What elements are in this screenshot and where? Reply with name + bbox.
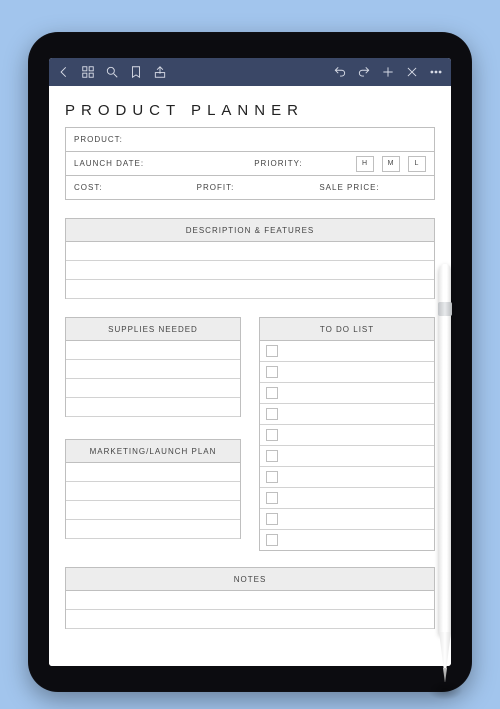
description-lines[interactable] (65, 242, 435, 299)
header-notes: NOTES (65, 567, 435, 591)
todo-row[interactable] (260, 509, 434, 530)
more-icon[interactable] (429, 65, 443, 79)
todo-row[interactable] (260, 362, 434, 383)
toolbar-right-group (333, 65, 443, 79)
label-cost: COST: (66, 176, 189, 199)
todo-row[interactable] (260, 530, 434, 550)
checkbox-icon[interactable] (266, 450, 278, 462)
label-product: PRODUCT: (66, 128, 434, 151)
bookmark-icon[interactable] (129, 65, 143, 79)
launch-lines[interactable] (65, 463, 241, 539)
add-icon[interactable] (381, 65, 395, 79)
header-todo: TO DO LIST (259, 317, 435, 341)
todo-row[interactable] (260, 488, 434, 509)
supplies-lines[interactable] (65, 341, 241, 417)
checkbox-icon[interactable] (266, 471, 278, 483)
checkbox-icon[interactable] (266, 429, 278, 441)
share-icon[interactable] (153, 65, 167, 79)
checkbox-icon[interactable] (266, 408, 278, 420)
section-notes: NOTES (65, 567, 435, 629)
todo-row[interactable] (260, 467, 434, 488)
info-row-launch: LAUNCH DATE: PRIORITY: H M L (66, 152, 434, 176)
checkbox-icon[interactable] (266, 534, 278, 546)
todo-row[interactable] (260, 446, 434, 467)
search-icon[interactable] (105, 65, 119, 79)
col-left: SUPPLIES NEEDED MARKETING/LAUNCH PLAN (65, 317, 241, 551)
header-launch: MARKETING/LAUNCH PLAN (65, 439, 241, 463)
page-title: PRODUCT PLANNER (65, 102, 435, 119)
back-icon[interactable] (57, 65, 71, 79)
label-profit: PROFIT: (189, 176, 312, 199)
info-row-product: PRODUCT: (66, 128, 434, 152)
section-supplies: SUPPLIES NEEDED (65, 317, 241, 417)
planner-page: PRODUCT PLANNER PRODUCT: LAUNCH DATE: PR… (49, 86, 451, 666)
priority-l-button[interactable]: L (408, 156, 426, 172)
info-row-cost: COST: PROFIT: SALE PRICE: (66, 176, 434, 199)
header-description: DESCRIPTION & FEATURES (65, 218, 435, 242)
ipad-screen: PRODUCT PLANNER PRODUCT: LAUNCH DATE: PR… (49, 58, 451, 666)
checkbox-icon[interactable] (266, 387, 278, 399)
app-toolbar (49, 58, 451, 86)
label-launch-date: LAUNCH DATE: (66, 152, 246, 175)
section-launch: MARKETING/LAUNCH PLAN (65, 439, 241, 539)
section-description: DESCRIPTION & FEATURES (65, 218, 435, 299)
checkbox-icon[interactable] (266, 513, 278, 525)
priority-h-button[interactable]: H (356, 156, 374, 172)
header-supplies: SUPPLIES NEEDED (65, 317, 241, 341)
todo-row[interactable] (260, 383, 434, 404)
todo-row[interactable] (260, 425, 434, 446)
section-todo: TO DO LIST (259, 317, 435, 551)
priority-options: H M L (356, 156, 434, 172)
two-column-wrap: SUPPLIES NEEDED MARKETING/LAUNCH PLAN TO… (65, 317, 435, 551)
todo-row[interactable] (260, 341, 434, 362)
priority-m-button[interactable]: M (382, 156, 400, 172)
todo-list (259, 341, 435, 551)
todo-row[interactable] (260, 404, 434, 425)
notes-lines[interactable] (65, 591, 435, 629)
apple-pencil (433, 264, 457, 694)
checkbox-icon[interactable] (266, 366, 278, 378)
checkbox-icon[interactable] (266, 492, 278, 504)
toolbar-left-group (57, 65, 167, 79)
info-panel: PRODUCT: LAUNCH DATE: PRIORITY: H M L CO… (65, 127, 435, 200)
undo-icon[interactable] (333, 65, 347, 79)
ipad-frame: PRODUCT PLANNER PRODUCT: LAUNCH DATE: PR… (28, 32, 472, 692)
label-priority: PRIORITY: (246, 152, 356, 175)
label-sale-price: SALE PRICE: (311, 176, 434, 199)
checkbox-icon[interactable] (266, 345, 278, 357)
redo-icon[interactable] (357, 65, 371, 79)
close-icon[interactable] (405, 65, 419, 79)
grid-icon[interactable] (81, 65, 95, 79)
